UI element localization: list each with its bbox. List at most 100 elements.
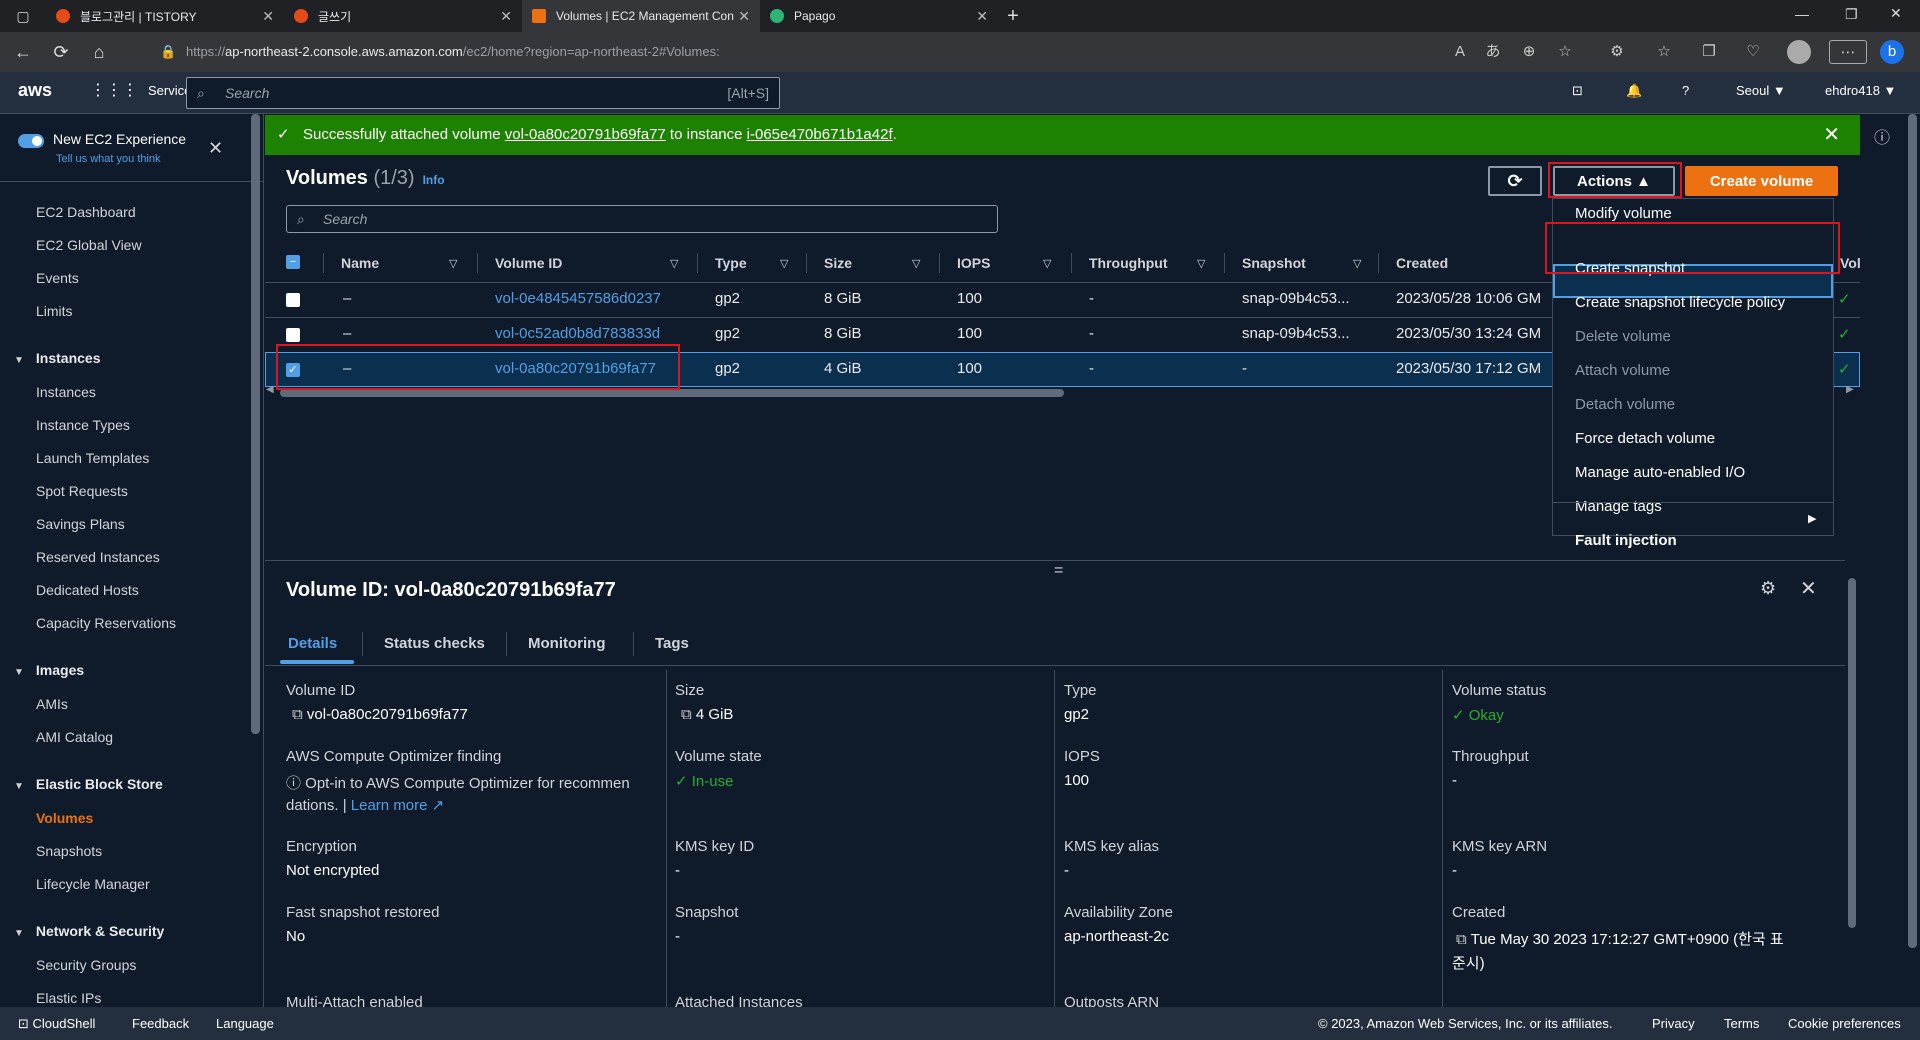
copy-icon[interactable]: ⧉ (1456, 931, 1471, 948)
sort-icon[interactable]: ▽ (670, 257, 678, 270)
column-header[interactable]: Snapshot (1242, 255, 1306, 271)
close-icon[interactable]: ✕ (1823, 115, 1840, 155)
sort-icon[interactable]: ▽ (780, 257, 788, 270)
extensions-icon[interactable]: ⚙ (1605, 40, 1629, 64)
external-link-icon[interactable]: ↗ (432, 797, 445, 814)
scroll-left-icon[interactable]: ◀ (266, 384, 274, 395)
profile-icon[interactable] (1787, 40, 1811, 64)
sidebar-item[interactable]: Volumes (36, 810, 93, 826)
details-tab[interactable]: Tags (655, 635, 689, 652)
bing-icon[interactable]: b (1880, 40, 1904, 64)
user-menu[interactable]: ehdro418 ▼ (1825, 83, 1896, 98)
column-header[interactable]: Vol (1840, 255, 1861, 271)
url-field[interactable]: 🔒 https://ap-northeast-2.console.aws.amaz… (146, 39, 1436, 65)
feedback-link[interactable]: Feedback (132, 1016, 189, 1031)
info-panel-icon[interactable]: ⓘ (1874, 124, 1890, 148)
row-checkbox[interactable] (286, 293, 300, 307)
region-selector[interactable]: Seoul ▼ (1736, 83, 1786, 98)
home-icon[interactable]: ⌂ (84, 37, 114, 67)
column-header[interactable]: Created (1396, 255, 1448, 271)
scroll-right-icon[interactable]: ▶ (1846, 384, 1854, 395)
sidebar-item[interactable]: Reserved Instances (36, 549, 160, 565)
cloudshell-link[interactable]: ⊡ CloudShell (18, 1016, 95, 1032)
column-header[interactable]: Size (824, 255, 852, 271)
language-link[interactable]: Language (216, 1016, 274, 1031)
sidebar-item[interactable]: Spot Requests (36, 483, 128, 499)
back-icon[interactable]: ← (8, 37, 38, 67)
zoom-icon[interactable]: ⊕ (1517, 40, 1541, 64)
sort-icon[interactable]: ▽ (1197, 257, 1205, 270)
sidebar-item[interactable]: Snapshots (36, 843, 102, 859)
terms-link[interactable]: Terms (1724, 1016, 1759, 1031)
close-window-icon[interactable]: ✕ (1890, 5, 1902, 22)
privacy-link[interactable]: Privacy (1652, 1016, 1695, 1031)
sidebar-item[interactable]: Limits (36, 303, 73, 319)
sidebar-item[interactable]: Capacity Reservations (36, 615, 176, 631)
row-checkbox[interactable] (286, 328, 300, 342)
help-icon[interactable]: ? (1682, 83, 1689, 98)
sidebar-item[interactable]: EC2 Global View (36, 237, 142, 253)
new-experience-toggle[interactable] (18, 134, 44, 148)
table-horizontal-scrollbar[interactable] (280, 389, 1064, 397)
sidebar-item[interactable]: Lifecycle Manager (36, 876, 150, 892)
details-scrollbar[interactable] (1848, 578, 1856, 928)
column-header[interactable]: IOPS (957, 255, 990, 271)
settings-icon[interactable]: ⚙ (1760, 578, 1776, 599)
aws-search-input[interactable]: ⌕ Search [Alt+S] (186, 77, 780, 109)
sort-icon[interactable]: ▽ (912, 257, 920, 270)
column-header[interactable]: Type (715, 255, 747, 271)
restore-icon[interactable]: ❐ (1845, 6, 1858, 23)
sidebar-item[interactable]: Savings Plans (36, 516, 125, 532)
actions-menu-item[interactable]: Attach volume (1575, 362, 1670, 379)
performance-icon[interactable]: ♡ (1741, 40, 1765, 64)
cloudshell-icon[interactable]: ⊡ (1572, 83, 1583, 99)
favorite-icon[interactable]: ☆ (1553, 40, 1577, 64)
cell-id[interactable]: vol-0e4845457586d0237 (495, 290, 661, 307)
actions-menu-item[interactable]: Create snapshot lifecycle policy (1575, 294, 1785, 311)
cookie-preferences-link[interactable]: Cookie preferences (1788, 1016, 1901, 1031)
learn-more-link[interactable]: Learn more (351, 797, 428, 814)
feedback-link[interactable]: Tell us what you think (56, 153, 161, 165)
sidebar-item[interactable]: Launch Templates (36, 450, 149, 466)
aws-logo[interactable]: aws (18, 80, 52, 101)
services-button[interactable]: ⋮⋮⋮ Services (90, 80, 198, 100)
actions-menu-item[interactable]: Manage tags (1575, 498, 1662, 515)
new-tab-icon[interactable]: + (998, 5, 1028, 28)
sidebar-item[interactable]: AMI Catalog (36, 729, 113, 745)
copy-icon[interactable]: ⧉ (681, 706, 696, 723)
details-tab[interactable]: Monitoring (528, 635, 605, 652)
actions-menu-item[interactable]: Force detach volume (1575, 430, 1715, 447)
copy-icon[interactable]: ⧉ (292, 706, 307, 723)
info-link[interactable]: Info (423, 173, 445, 187)
column-header[interactable]: Name (341, 255, 379, 271)
create-volume-button[interactable]: Create volume (1685, 166, 1838, 196)
details-tab[interactable]: Details (288, 635, 337, 652)
actions-menu-item[interactable]: Manage auto-enabled I/O (1575, 464, 1745, 481)
actions-menu-item[interactable]: Delete volume (1575, 328, 1671, 345)
sidebar-item[interactable]: AMIs (36, 696, 68, 712)
close-icon[interactable]: ✕ (1800, 576, 1817, 601)
minimize-icon[interactable]: — (1795, 6, 1809, 22)
browser-tab[interactable]: Papago ✕ (760, 0, 998, 32)
volume-id-value[interactable]: ⧉ vol-0a80c20791b69fa77 (292, 706, 468, 723)
sidebar-item[interactable]: Elastic IPs (36, 990, 101, 1006)
flash-volume-link[interactable]: vol-0a80c20791b69fa77 (505, 126, 666, 143)
page-scrollbar[interactable] (1908, 114, 1917, 948)
translate-icon[interactable]: あ (1481, 40, 1505, 64)
details-tab[interactable]: Status checks (384, 635, 485, 652)
actions-menu-item[interactable]: Modify volume (1575, 205, 1672, 222)
sidebar-scrollbar[interactable] (251, 114, 260, 734)
more-icon[interactable]: ⋯ (1829, 40, 1867, 64)
collections-icon[interactable]: ❐ (1697, 40, 1721, 64)
sidebar-section[interactable]: Elastic Block Store (14, 776, 163, 792)
close-icon[interactable]: ✕ (262, 8, 274, 25)
favorites-icon[interactable]: ☆ (1652, 40, 1676, 64)
browser-tab[interactable]: 글쓰기 ✕ (284, 0, 522, 32)
close-icon[interactable]: ✕ (976, 8, 988, 25)
browser-tab[interactable]: 블로그관리 | TISTORY ✕ (46, 0, 284, 32)
browser-tab-active[interactable]: Volumes | EC2 Management Con ✕ (522, 0, 760, 32)
column-header[interactable]: Volume ID (495, 255, 562, 271)
sidebar-item[interactable]: Events (36, 270, 79, 286)
flash-instance-link[interactable]: i-065e470b671b1a42f (747, 126, 893, 143)
read-aloud-icon[interactable]: A (1448, 40, 1472, 64)
